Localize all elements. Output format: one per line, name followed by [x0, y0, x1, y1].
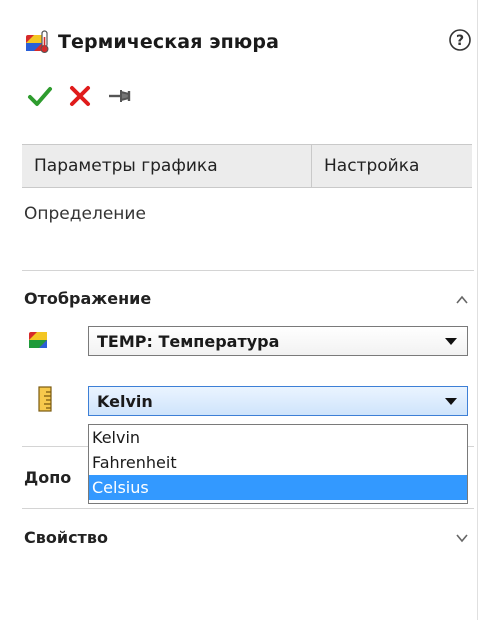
- divider: [22, 270, 474, 271]
- units-select-value: Kelvin: [97, 391, 153, 411]
- additional-section-title[interactable]: Допо: [24, 468, 86, 487]
- pin-icon: [109, 90, 131, 102]
- cancel-button[interactable]: [64, 80, 96, 112]
- tab-settings[interactable]: Настройка: [312, 145, 472, 187]
- tab-plot-parameters[interactable]: Параметры графика: [22, 145, 312, 187]
- units-option-kelvin[interactable]: Kelvin: [89, 425, 467, 450]
- thermal-plot-icon: [26, 30, 49, 53]
- property-section-title[interactable]: Свойство: [24, 528, 108, 547]
- ok-button[interactable]: [24, 80, 56, 112]
- chevron-up-icon[interactable]: [454, 292, 470, 308]
- pin-button[interactable]: [104, 80, 136, 112]
- checkmark-icon: [28, 87, 52, 106]
- display-section-title[interactable]: Отображение: [24, 289, 151, 308]
- panel-title: Термическая эпюра: [58, 31, 279, 53]
- close-icon: [70, 86, 90, 106]
- tab-bar: Параметры графика Настройка: [22, 144, 472, 188]
- definition-label[interactable]: Определение: [24, 204, 146, 224]
- svg-text:?: ?: [456, 33, 464, 49]
- units-ruler-icon: [38, 386, 52, 412]
- chevron-down-icon: [445, 338, 457, 345]
- units-dropdown-list: Kelvin Fahrenheit Celsius: [88, 424, 468, 504]
- divider: [22, 508, 474, 509]
- temperature-component-icon: [29, 332, 47, 348]
- component-select-value: TEMP: Температура: [97, 331, 280, 351]
- component-select[interactable]: TEMP: Температура: [88, 326, 468, 356]
- chevron-down-icon[interactable]: [454, 530, 470, 546]
- chevron-down-icon: [445, 398, 457, 405]
- units-select[interactable]: Kelvin: [88, 386, 468, 416]
- action-bar: [24, 80, 144, 112]
- units-option-celsius[interactable]: Celsius: [89, 475, 467, 500]
- units-option-fahrenheit[interactable]: Fahrenheit: [89, 450, 467, 475]
- property-manager-panel: Термическая эпюра ? Параметры графика На…: [0, 0, 478, 620]
- panel-header: Термическая эпюра: [24, 24, 279, 60]
- help-icon[interactable]: ?: [448, 28, 472, 52]
